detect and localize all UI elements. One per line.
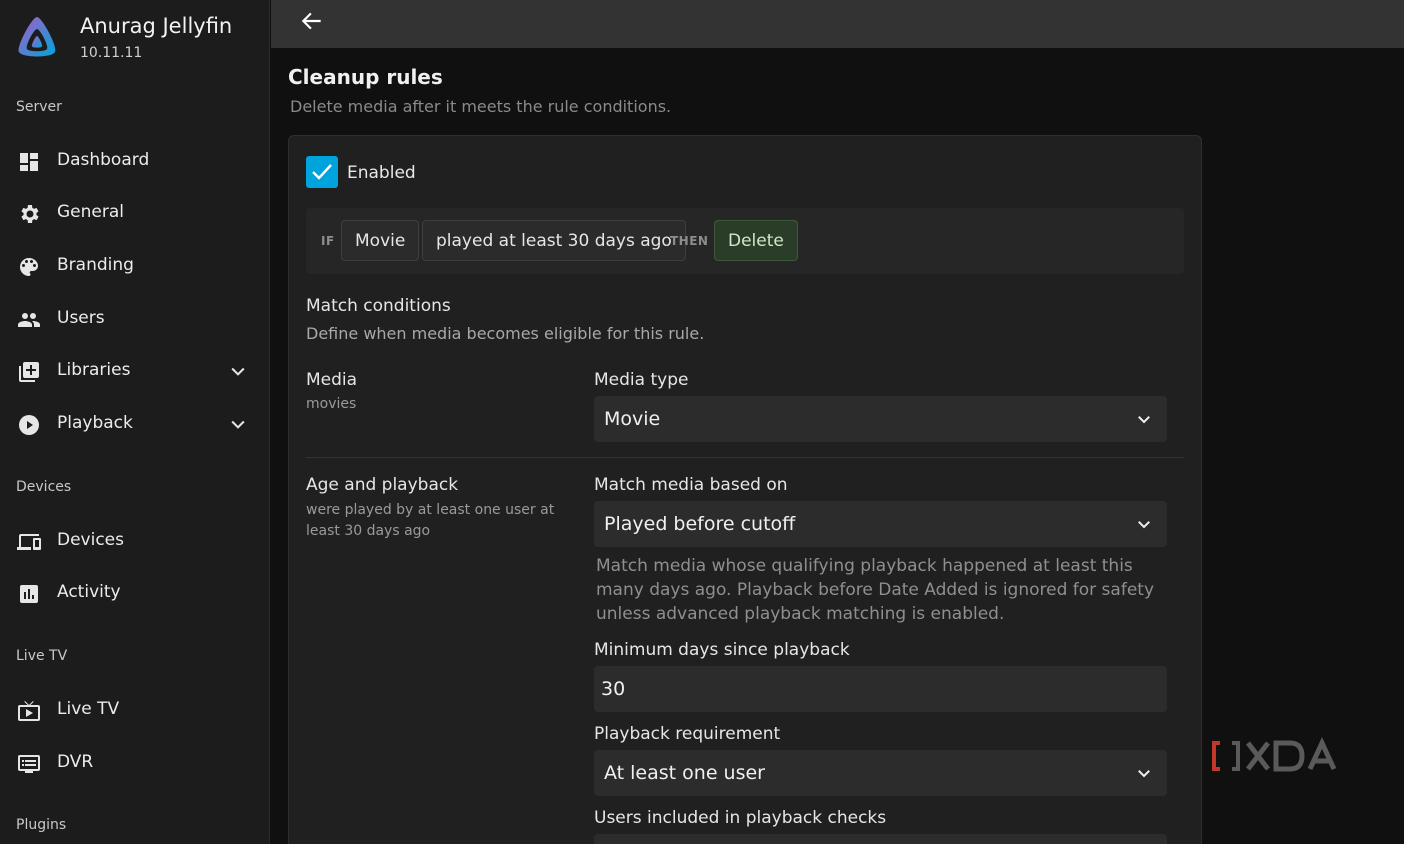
sidebar-item-label: Live TV: [57, 699, 120, 719]
devices-icon: [17, 534, 41, 550]
users-included-label: Users included in playback checks: [594, 808, 887, 828]
gear-icon: [21, 205, 39, 223]
media-type-select[interactable]: Movie: [594, 396, 1167, 442]
live-tv-icon: [18, 701, 40, 721]
back-arrow-icon[interactable]: [299, 8, 325, 34]
section-label-live-tv: Live TV: [16, 648, 68, 664]
play-circle-icon: [19, 415, 39, 435]
enabled-label: Enabled: [347, 163, 416, 183]
age-playback-label: Age and playback: [306, 475, 459, 495]
xda-watermark-logo: [1212, 737, 1337, 772]
activity-chart-icon: [20, 585, 38, 603]
chevron-down-icon: [1138, 416, 1150, 424]
dvr-icon: [18, 755, 40, 773]
sidebar-item-general[interactable]: General: [0, 191, 270, 235]
section-label-plugins: Plugins: [16, 817, 67, 833]
rule-summary: IF Movie played at least 30 days ago THE…: [306, 208, 1184, 274]
match-based-value: Played before cutoff: [604, 513, 796, 535]
palette-icon: [20, 258, 38, 276]
check-icon: [312, 164, 332, 180]
match-conditions-description: Define when media becomes eligible for t…: [306, 324, 705, 343]
age-playback-summary: were played by at least one user at leas…: [306, 502, 555, 539]
library-add-icon: [19, 362, 39, 382]
sidebar: Anurag Jellyfin 10.11.11 Server Dashboar…: [0, 0, 270, 844]
dashboard-icon: [20, 153, 38, 171]
users-included-select[interactable]: [594, 834, 1167, 844]
sidebar-item-label: DVR: [57, 752, 94, 772]
main-content: Cleanup rules Delete media after it meet…: [271, 48, 1404, 844]
sidebar-item-label: Playback: [57, 413, 133, 433]
section-divider: [306, 457, 1184, 458]
sidebar-item-live-tv[interactable]: Live TV: [0, 688, 270, 732]
chevron-down-icon: [1138, 521, 1150, 529]
enabled-checkbox[interactable]: [306, 156, 338, 188]
sidebar-item-label: Devices: [57, 530, 124, 550]
section-label-devices: Devices: [16, 479, 72, 495]
chevron-down-icon[interactable]: [228, 361, 248, 381]
media-type-label: Media type: [594, 370, 689, 390]
sidebar-item-playback[interactable]: Playback: [0, 402, 270, 446]
sidebar-item-label: Dashboard: [57, 150, 150, 170]
playback-requirement-value: At least one user: [604, 762, 765, 784]
match-based-select[interactable]: Played before cutoff: [594, 501, 1167, 547]
chevron-down-icon: [1138, 770, 1150, 778]
section-label-server: Server: [16, 99, 62, 115]
if-keyword: IF: [321, 234, 335, 248]
media-type-value: Movie: [604, 408, 661, 430]
page-title: Cleanup rules: [288, 65, 443, 89]
min-days-value: 30: [601, 678, 626, 700]
match-based-label: Match media based on: [594, 475, 788, 495]
media-chip[interactable]: Movie: [341, 220, 420, 261]
server-brand[interactable]: Anurag Jellyfin 10.11.11: [14, 12, 254, 64]
playback-requirement-label: Playback requirement: [594, 724, 781, 744]
sidebar-item-label: Users: [57, 308, 105, 328]
media-section-label: Media: [306, 370, 358, 390]
sidebar-item-label: General: [57, 202, 124, 222]
page-subtitle: Delete media after it meets the rule con…: [290, 97, 672, 116]
playback-requirement-select[interactable]: At least one user: [594, 750, 1167, 796]
jellyfin-logo-icon: [18, 17, 56, 57]
sidebar-item-libraries[interactable]: Libraries: [0, 349, 270, 393]
top-bar: [271, 0, 1404, 48]
cleanup-rule-card: Enabled IF Movie played at least 30 days…: [288, 135, 1202, 844]
min-days-label: Minimum days since playback: [594, 640, 850, 660]
server-name: Anurag Jellyfin: [80, 14, 233, 38]
sidebar-item-label: Activity: [57, 582, 121, 602]
sidebar-item-label: Libraries: [57, 360, 131, 380]
match-conditions-title: Match conditions: [306, 296, 451, 316]
then-keyword: THEN: [670, 234, 709, 248]
min-days-input[interactable]: 30: [594, 666, 1167, 712]
match-based-help-text: Match media whose qualifying playback ha…: [596, 556, 1155, 624]
users-icon: [18, 313, 40, 327]
chevron-down-icon[interactable]: [228, 414, 248, 434]
server-version: 10.11.11: [80, 45, 143, 61]
sidebar-item-devices[interactable]: Devices: [0, 519, 270, 563]
sidebar-item-dashboard[interactable]: Dashboard: [0, 139, 270, 183]
sidebar-item-label: Branding: [57, 255, 134, 275]
media-section-summary: movies: [306, 396, 357, 412]
sidebar-item-branding[interactable]: Branding: [0, 244, 270, 288]
sidebar-item-users[interactable]: Users: [0, 297, 270, 341]
sidebar-item-dvr[interactable]: DVR: [0, 741, 270, 785]
condition-chip[interactable]: played at least 30 days ago: [422, 220, 686, 261]
action-chip[interactable]: Delete: [714, 220, 798, 261]
sidebar-item-activity[interactable]: Activity: [0, 571, 270, 615]
